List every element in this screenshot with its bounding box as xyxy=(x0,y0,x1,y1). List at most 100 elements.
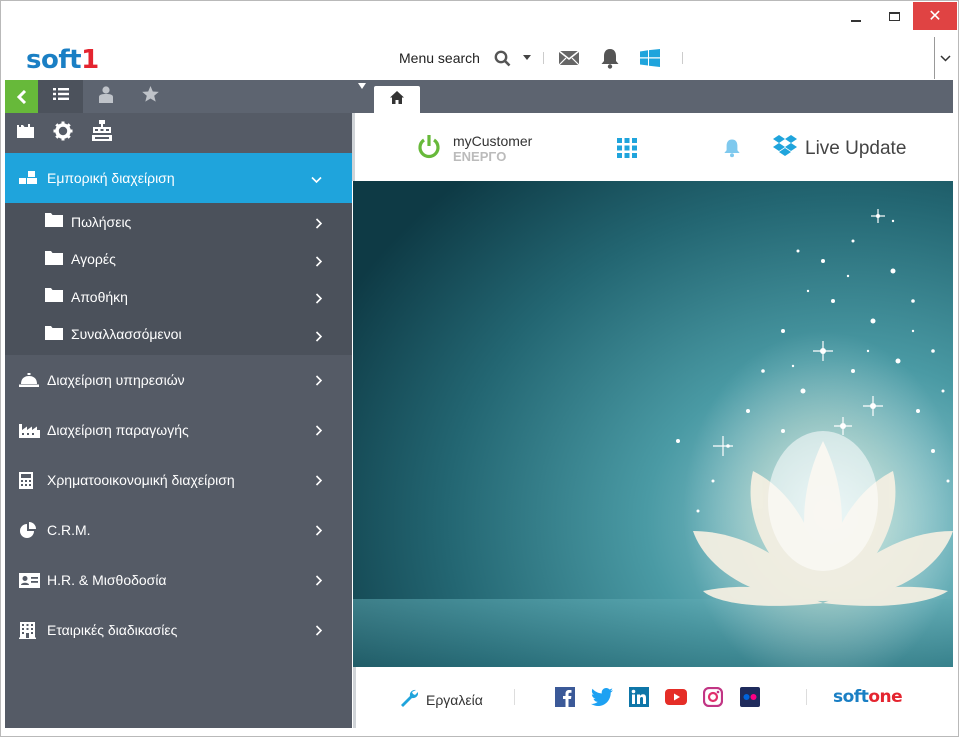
submenu-item-traders[interactable]: Συναλλασσόμενοι xyxy=(5,316,352,354)
mail-icon[interactable] xyxy=(558,50,580,66)
tools-link[interactable]: Εργαλεία xyxy=(400,689,483,710)
sidebar-item-hr[interactable]: H.R. & Μισθοδοσία xyxy=(5,555,352,605)
sidebar-item-crm[interactable]: C.R.M. xyxy=(5,505,352,555)
back-button[interactable] xyxy=(5,80,38,113)
softone-logo[interactable]: softone xyxy=(833,687,903,707)
divider xyxy=(514,689,515,705)
menu-search-label[interactable]: Menu search xyxy=(399,50,480,66)
chevron-right-icon xyxy=(315,573,323,589)
folder-icon xyxy=(45,250,63,268)
app-window: ✕ soft1 Menu search Εμπορική διαχείριση … xyxy=(0,0,959,737)
live-update-button[interactable]: Live Update xyxy=(773,135,906,162)
sidebar-tab-bar xyxy=(5,80,352,113)
chevron-down-icon xyxy=(311,171,322,187)
factory-icon xyxy=(19,423,41,438)
minimize-button[interactable] xyxy=(837,2,875,30)
sidebar-toolbar xyxy=(5,113,352,153)
dashboard-header: myCustomer ΕΝΕΡΓΟ Live Update xyxy=(352,113,953,181)
tab-user[interactable] xyxy=(83,80,128,113)
app-logo: soft1 xyxy=(26,45,99,75)
home-icon xyxy=(390,90,404,109)
pie-chart-icon xyxy=(19,521,41,539)
bell-icon[interactable] xyxy=(600,48,620,69)
maximize-button[interactable] xyxy=(875,2,913,30)
submenu-item-sales[interactable]: Πωλήσεις xyxy=(5,203,352,241)
tools-label: Εργαλεία xyxy=(426,691,483,708)
logo-mark: 1 xyxy=(81,45,99,75)
submenu-item-label: Συναλλασσόμενοι xyxy=(71,326,182,343)
instagram-icon[interactable] xyxy=(702,686,724,708)
live-update-label: Live Update xyxy=(805,137,907,159)
sidebar-item-label: Εμπορική διαχείριση xyxy=(47,170,175,186)
chevron-right-icon xyxy=(315,291,323,307)
submenu-item-warehouse[interactable]: Αποθήκη xyxy=(5,278,352,316)
sidebar-item-finance[interactable]: Χρηματοοικονομική διαχείριση xyxy=(5,455,352,505)
id-card-icon xyxy=(19,572,41,588)
workflow-icon[interactable] xyxy=(92,120,112,146)
my-customer-widget[interactable]: myCustomer ΕΝΕΡΓΟ xyxy=(417,133,532,165)
sidebar: Εμπορική διαχείριση Πωλήσεις Αγορές Αποθ… xyxy=(5,113,352,728)
chevron-right-icon xyxy=(315,254,323,270)
chevron-right-icon xyxy=(315,329,323,345)
sidebar-item-corporate[interactable]: Εταιρικές διαδικασίες xyxy=(5,605,352,655)
social-links xyxy=(554,686,761,708)
tab-list-caret-icon[interactable] xyxy=(358,83,366,89)
softone-logo-text: soft xyxy=(833,687,869,707)
youtube-icon[interactable] xyxy=(665,686,687,708)
window-controls: ✕ xyxy=(837,2,957,30)
close-button[interactable]: ✕ xyxy=(913,2,957,30)
submenu-item-label: Αγορές xyxy=(71,251,116,268)
tab-menu-list[interactable] xyxy=(38,80,83,113)
sidebar-item-label: Χρηματοοικονομική διαχείριση xyxy=(47,472,235,488)
document-tab-bar xyxy=(352,80,953,113)
flickr-icon[interactable] xyxy=(739,686,761,708)
commerce-icon xyxy=(19,171,41,185)
apps-grid-icon[interactable] xyxy=(617,138,637,163)
calculator-icon xyxy=(19,471,41,489)
folder-icon xyxy=(45,288,63,305)
chevron-right-icon xyxy=(315,523,323,539)
dashboard-footer: Εργαλεία softone xyxy=(353,667,953,728)
sidebar-item-label: H.R. & Μισθοδοσία xyxy=(47,572,167,588)
submenu-item-label: Αποθήκη xyxy=(71,288,128,305)
tab-favorites[interactable] xyxy=(128,80,173,113)
linkedin-icon[interactable] xyxy=(628,686,650,708)
tab-home[interactable] xyxy=(374,86,420,113)
submenu-item-purchases[interactable]: Αγορές xyxy=(5,241,352,279)
sidebar-item-commerce[interactable]: Εμπορική διαχείριση xyxy=(5,153,352,203)
search-icon[interactable] xyxy=(494,50,511,67)
sidebar-item-production[interactable]: Διαχείριση παραγωγής xyxy=(5,405,352,455)
twitter-icon[interactable] xyxy=(591,686,613,708)
windows-icon[interactable] xyxy=(639,49,660,67)
commerce-submenu: Πωλήσεις Αγορές Αποθήκη Συναλλασσόμενοι xyxy=(5,203,352,355)
hero-lotus-image xyxy=(353,181,953,667)
chevron-right-icon xyxy=(315,373,323,389)
submenu-item-label: Πωλήσεις xyxy=(71,213,132,230)
sidebar-item-label: C.R.M. xyxy=(47,522,91,538)
top-toolbar: Menu search xyxy=(399,45,695,71)
sidebar-item-label: Εταιρικές διαδικασίες xyxy=(47,622,178,638)
customer-status: ΕΝΕΡΓΟ xyxy=(453,149,507,164)
building-icon xyxy=(19,621,41,639)
dropdown-caret-icon[interactable] xyxy=(522,55,531,61)
folder-icon xyxy=(45,325,63,343)
notifications-bell-icon[interactable] xyxy=(723,138,741,163)
facebook-icon[interactable] xyxy=(554,686,576,708)
gear-icon[interactable] xyxy=(53,121,73,146)
service-bell-icon xyxy=(19,373,41,387)
expand-toolbar-button[interactable] xyxy=(934,37,955,79)
dropbox-icon xyxy=(773,135,797,162)
sidebar-item-label: Διαχείριση παραγωγής xyxy=(47,422,189,438)
softone-logo-mark: one xyxy=(868,687,903,707)
sidebar-item-services[interactable]: Διαχείριση υπηρεσιών xyxy=(5,355,352,405)
folder-icon[interactable] xyxy=(17,123,34,143)
divider xyxy=(806,689,807,705)
chevron-right-icon xyxy=(315,423,323,439)
power-icon xyxy=(417,134,441,164)
star-icon xyxy=(142,86,159,107)
chevron-right-icon xyxy=(315,623,323,639)
customer-name: myCustomer xyxy=(453,133,533,149)
user-icon xyxy=(98,85,113,108)
divider xyxy=(681,52,683,64)
customer-info: myCustomer ΕΝΕΡΓΟ xyxy=(453,133,532,165)
